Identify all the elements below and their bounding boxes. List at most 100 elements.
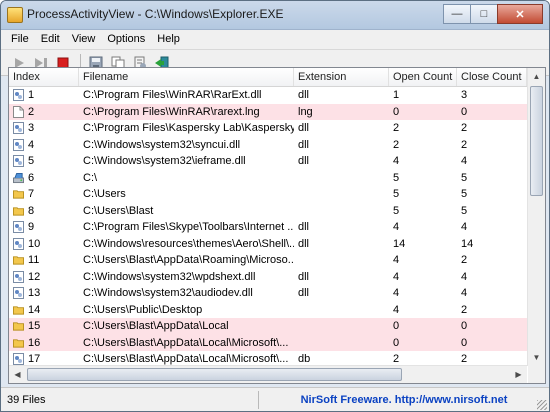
menu-view[interactable]: View [66, 30, 102, 49]
horizontal-scrollbar[interactable]: ◀ ▶ [9, 365, 527, 383]
resize-grip-icon[interactable] [537, 400, 547, 410]
column-header-index[interactable]: Index [9, 68, 79, 86]
cell-open-count: 2 [393, 353, 400, 366]
cell-filename: C:\Users\Blast\AppData\Local [83, 320, 229, 333]
table-row[interactable]: 17 C:\Users\Blast\AppData\Local\Microsoft… [9, 351, 527, 366]
cell-index: 3 [9, 120, 79, 136]
table-row[interactable]: 13 C:\Windows\system32\audiodev.dll dll 4 4 [9, 285, 527, 302]
cell-filename: C:\Users\Blast\AppData\Local\Microsoft\.… [83, 353, 289, 366]
cell-close-count: 0 [461, 336, 468, 349]
cell-index: 8 [9, 203, 79, 219]
index-value: 13 [28, 287, 41, 300]
close-button[interactable]: ✕ [497, 4, 543, 24]
cell-index: 17 [9, 351, 79, 366]
index-value: 12 [28, 270, 41, 283]
cell-open-count: 0 [393, 336, 400, 349]
file-list[interactable]: Index Filename Extension Open Count Clos… [8, 67, 546, 384]
file-icon [13, 105, 28, 118]
cell-index: 11 [9, 252, 79, 268]
cell-open-count: 0 [393, 320, 400, 333]
cell-close-count: 14 [461, 237, 474, 250]
cell-filename: C:\Program Files\WinRAR\rarext.lng [83, 105, 260, 118]
table-row[interactable]: 12 C:\Windows\system32\wpdshext.dll dll 4 4 [9, 269, 527, 286]
table-row[interactable]: 14 C:\Users\Public\Desktop 4 2 [9, 302, 527, 319]
menu-edit[interactable]: Edit [35, 30, 66, 49]
column-header-close-count[interactable]: Close Count [457, 68, 527, 86]
cell-open-count: 4 [393, 287, 400, 300]
title-bar[interactable]: ProcessActivityView - C:\Windows\Explore… [1, 1, 549, 30]
index-value: 11 [28, 254, 40, 267]
horizontal-scroll-thumb[interactable] [27, 368, 402, 381]
cell-index: 12 [9, 269, 79, 285]
cell-extension: dll [298, 155, 310, 168]
table-row[interactable]: 8 C:\Users\Blast 5 5 [9, 203, 527, 220]
index-value: 5 [28, 155, 35, 168]
index-value: 10 [28, 237, 41, 250]
app-icon [7, 7, 23, 23]
table-row[interactable]: 5 C:\Windows\system32\ieframe.dll dll 4 4 [9, 153, 527, 170]
file-dll-icon [13, 270, 28, 283]
index-value: 3 [28, 122, 35, 135]
menu-bar: File Edit View Options Help [1, 30, 549, 50]
file-dll-icon [13, 221, 28, 234]
vertical-scroll-thumb[interactable] [530, 86, 543, 196]
index-value: 14 [28, 303, 41, 316]
cell-close-count: 2 [461, 122, 468, 135]
column-header-open-count[interactable]: Open Count [389, 68, 457, 86]
index-value: 8 [28, 204, 35, 217]
cell-open-count: 5 [393, 171, 400, 184]
cell-close-count: 2 [461, 353, 468, 366]
drive-icon [13, 172, 28, 184]
cell-open-count: 2 [393, 138, 400, 151]
app-window: ProcessActivityView - C:\Windows\Explore… [0, 0, 550, 412]
menu-file[interactable]: File [5, 30, 35, 49]
cell-index: 1 [9, 87, 79, 103]
table-row[interactable]: 7 C:\Users 5 5 [9, 186, 527, 203]
window-controls: — □ ✕ [443, 4, 543, 24]
nirsoft-link[interactable]: NirSoft Freeware. http://www.nirsoft.net [259, 394, 549, 406]
folder-icon [13, 254, 28, 266]
table-row[interactable]: 1 C:\Program Files\WinRAR\RarExt.dll dll 1 3 [9, 87, 527, 104]
maximize-button[interactable]: □ [470, 4, 498, 24]
menu-options[interactable]: Options [101, 30, 151, 49]
index-value: 15 [28, 320, 41, 333]
cell-close-count: 3 [461, 89, 468, 102]
menu-help[interactable]: Help [151, 30, 186, 49]
status-file-count: 39 Files [1, 391, 259, 409]
scroll-right-icon[interactable]: ▶ [510, 366, 527, 383]
table-row[interactable]: 6 C:\ 5 5 [9, 170, 527, 187]
cell-open-count: 4 [393, 303, 400, 316]
cell-filename: C:\Users\Blast [83, 204, 154, 217]
index-value: 6 [28, 171, 35, 184]
file-list-viewport: Index Filename Extension Open Count Clos… [9, 68, 527, 366]
table-row[interactable]: 16 C:\Users\Blast\AppData\Local\Microsoft… [9, 334, 527, 351]
file-dll-icon [13, 138, 28, 151]
cell-open-count: 0 [393, 105, 400, 118]
file-dll-icon [13, 353, 28, 366]
table-row[interactable]: 2 C:\Program Files\WinRAR\rarext.lng lng 0 0 [9, 103, 527, 120]
index-value: 9 [28, 221, 35, 234]
scroll-down-icon[interactable]: ▼ [528, 349, 545, 366]
scroll-up-icon[interactable]: ▲ [528, 68, 545, 85]
folder-icon [13, 337, 28, 349]
table-row[interactable]: 3 C:\Program Files\Kaspersky Lab\Kaspersk… [9, 120, 527, 137]
cell-open-count: 5 [393, 188, 400, 201]
minimize-button[interactable]: — [443, 4, 471, 24]
cell-extension: dll [298, 89, 310, 102]
cell-open-count: 1 [393, 89, 400, 102]
table-row[interactable]: 11 C:\Users\Blast\AppData\Roaming\Microso… [9, 252, 527, 269]
cell-index: 16 [9, 335, 79, 351]
table-row[interactable]: 15 C:\Users\Blast\AppData\Local 0 0 [9, 318, 527, 335]
cell-extension: dll [298, 221, 310, 234]
vertical-scrollbar[interactable]: ▲ ▼ [527, 68, 545, 366]
cell-close-count: 5 [461, 204, 468, 217]
table-row[interactable]: 9 C:\Program Files\Skype\Toolbars\Interne… [9, 219, 527, 236]
table-row[interactable]: 4 C:\Windows\system32\syncui.dll dll 2 2 [9, 137, 527, 154]
scroll-left-icon[interactable]: ◀ [9, 366, 26, 383]
window-title: ProcessActivityView - C:\Windows\Explore… [27, 7, 284, 21]
column-header-filename[interactable]: Filename [79, 68, 294, 86]
column-header-extension[interactable]: Extension [294, 68, 389, 86]
cell-filename: C:\Users [83, 188, 126, 201]
cell-index: 15 [9, 318, 79, 334]
table-row[interactable]: 10 C:\Windows\resources\themes\Aero\Shell… [9, 236, 527, 253]
